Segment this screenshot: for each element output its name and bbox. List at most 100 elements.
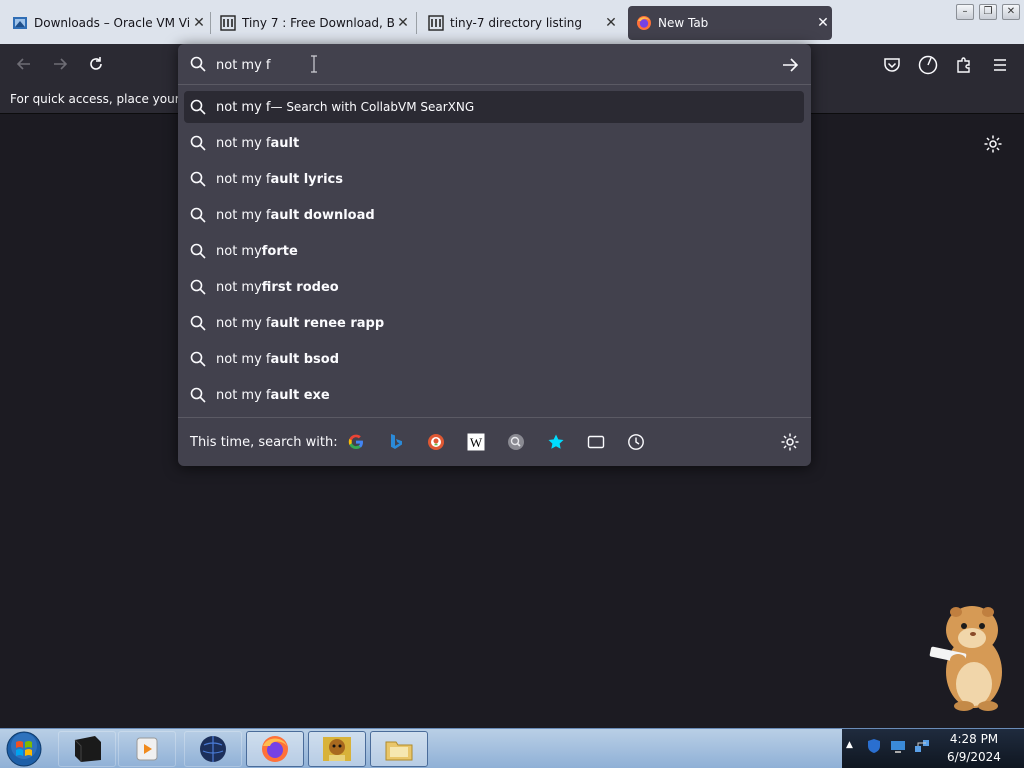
new-tab-settings-button[interactable] <box>983 134 1003 154</box>
close-icon[interactable]: ✕ <box>394 15 412 31</box>
forward-button[interactable] <box>48 52 72 76</box>
minimize-button[interactable]: – <box>956 4 974 20</box>
virtualbox-icon <box>12 15 28 31</box>
suggestion-action-text: — Search with CollabVM SearXNG <box>270 100 475 114</box>
close-icon[interactable]: ✕ <box>602 15 620 31</box>
globe-icon <box>200 736 226 762</box>
suggestion-typed-text: not my f <box>216 99 271 115</box>
engine-bing-button[interactable] <box>386 432 406 452</box>
tab-downloads[interactable]: Downloads – Oracle VM Virt ✕ <box>4 6 208 40</box>
close-window-button[interactable]: ✕ <box>1002 4 1020 20</box>
suggestion-completion-text: ault download <box>270 207 375 223</box>
engine-history-button[interactable] <box>626 432 646 452</box>
clock-date[interactable]: 6/9/2024 <box>944 750 1004 764</box>
suggestion-typed-text: not my f <box>216 171 271 187</box>
tab-new-tab[interactable]: New Tab ✕ <box>628 6 832 40</box>
extensions-button[interactable] <box>953 54 975 76</box>
taskbar-terminal[interactable] <box>58 731 116 767</box>
divider <box>178 417 811 418</box>
taskbar-media-player[interactable] <box>118 731 176 767</box>
app-menu-button[interactable] <box>989 54 1011 76</box>
tab-title: Downloads – Oracle VM Virt <box>34 16 190 30</box>
suggestion-typed-text: not my f <box>216 351 271 367</box>
search-with-label: This time, search with: <box>190 435 338 450</box>
wikipedia-icon: W <box>467 433 485 451</box>
account-button[interactable] <box>917 54 939 76</box>
search-suggestion[interactable]: not my f ault lyrics <box>184 163 804 195</box>
search-suggestion[interactable]: not my f ault <box>184 127 804 159</box>
bookmarks-hint-text: For quick access, place your boo <box>10 92 180 106</box>
search-icon <box>190 279 206 295</box>
suggestion-completion-text: first rodeo <box>261 279 339 295</box>
maximize-button[interactable]: ❐ <box>979 4 997 20</box>
clock-time[interactable]: 4:28 PM <box>948 732 1000 746</box>
search-suggestion[interactable]: not my f ault renee rapp <box>184 307 804 339</box>
engine-tabs-button[interactable] <box>586 432 606 452</box>
search-settings-button[interactable] <box>780 432 800 452</box>
tab-tiny7-download[interactable]: Tiny 7 : Free Download, Borr ✕ <box>212 6 412 40</box>
tab-title: Tiny 7 : Free Download, Borr <box>242 16 394 30</box>
firefox-icon <box>262 736 288 762</box>
taskbar-explorer[interactable] <box>370 731 428 767</box>
search-icon <box>190 171 206 187</box>
duckduckgo-icon <box>428 434 444 450</box>
search-suggestion[interactable]: not my f — Search with CollabVM SearXNG <box>184 91 804 123</box>
search-suggestion[interactable]: not my f ault exe <box>184 379 804 411</box>
bookmarks-star-icon <box>548 434 564 449</box>
tabs-icon <box>587 435 605 449</box>
reload-button[interactable] <box>84 52 108 76</box>
start-button[interactable] <box>4 730 44 768</box>
search-icon <box>190 56 206 72</box>
suggestion-completion-text: ault lyrics <box>270 171 343 187</box>
divider <box>178 84 811 85</box>
hamburger-menu-icon <box>994 59 1006 71</box>
show-hidden-icons-button[interactable]: ▲ <box>846 740 856 756</box>
engine-wikipedia-button[interactable]: W <box>466 432 486 452</box>
gear-icon <box>781 433 799 451</box>
url-input[interactable] <box>216 54 756 76</box>
close-icon[interactable]: ✕ <box>190 15 208 31</box>
terminal-icon <box>74 736 101 762</box>
suggestion-typed-text: not my f <box>216 207 271 223</box>
suggestion-typed-text: not my f <box>216 135 271 151</box>
pocket-button[interactable] <box>881 54 903 76</box>
taskbar-sandbox[interactable] <box>308 731 366 767</box>
archive-icon <box>428 15 444 31</box>
network-icon[interactable] <box>914 738 930 754</box>
suggestion-typed-text: not my f <box>216 387 271 403</box>
search-suggestion[interactable]: not my first rodeo <box>184 271 804 303</box>
suggestion-completion-text: ault <box>270 135 300 151</box>
engine-bookmarks-button[interactable] <box>546 432 566 452</box>
close-icon[interactable]: ✕ <box>814 15 832 31</box>
explorer-icon <box>385 741 413 761</box>
puzzle-icon <box>957 57 970 73</box>
svg-text:W: W <box>470 435 483 450</box>
go-button[interactable] <box>778 53 802 77</box>
tab-tiny7-directory[interactable]: tiny-7 directory listing ✕ <box>420 6 620 40</box>
engine-duckduckgo-button[interactable] <box>426 432 446 452</box>
tab-separator <box>210 12 211 34</box>
search-suggestion[interactable]: not my forte <box>184 235 804 267</box>
display-icon[interactable] <box>890 738 906 754</box>
sandbox-icon <box>323 737 351 761</box>
taskbar-firefox[interactable] <box>246 731 304 767</box>
firefox-icon <box>636 15 652 31</box>
engine-searx-button[interactable] <box>506 432 526 452</box>
shield-icon[interactable] <box>866 738 882 754</box>
search-icon <box>190 135 206 151</box>
suggestion-completion-text: ault renee rapp <box>270 315 385 331</box>
account-icon <box>918 55 938 75</box>
tab-strip: Downloads – Oracle VM Virt ✕ Tiny 7 : Fr… <box>0 0 1024 44</box>
suggestion-completion-text: ault bsod <box>270 351 340 367</box>
search-suggestion[interactable]: not my f ault bsod <box>184 343 804 375</box>
urlbar-panel: not my f — Search with CollabVM SearXNGn… <box>178 44 811 466</box>
taskbar-globe[interactable] <box>184 731 242 767</box>
search-icon <box>190 243 206 259</box>
arrow-right-icon <box>783 58 799 72</box>
engine-google-button[interactable] <box>346 432 366 452</box>
suggestion-completion-text: ault exe <box>270 387 330 403</box>
search-suggestion[interactable]: not my f ault download <box>184 199 804 231</box>
back-button[interactable] <box>12 52 36 76</box>
text-cursor-icon <box>311 55 317 73</box>
archive-icon <box>220 15 236 31</box>
